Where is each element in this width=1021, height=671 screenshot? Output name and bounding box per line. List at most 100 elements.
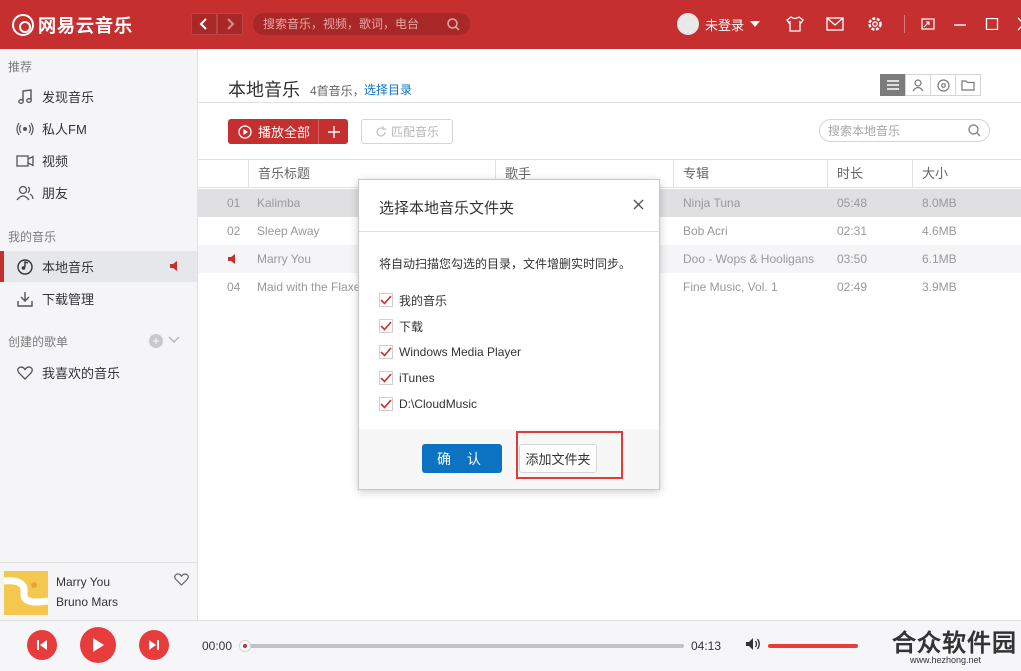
next-button[interactable] xyxy=(139,630,169,660)
settings-button[interactable] xyxy=(865,14,885,34)
app-logo[interactable]: 网易云音乐 xyxy=(12,12,133,38)
search-icon[interactable] xyxy=(968,124,981,137)
netease-logo-icon xyxy=(12,14,34,36)
maximize-button[interactable] xyxy=(982,14,1002,34)
checkbox[interactable] xyxy=(379,345,393,359)
forward-button[interactable] xyxy=(217,13,243,35)
folder-view-button[interactable] xyxy=(955,74,981,96)
dialog-title: 选择本地音乐文件夹 xyxy=(379,200,515,217)
local-search-input[interactable] xyxy=(828,123,958,138)
play-button[interactable] xyxy=(80,627,116,663)
column-header-size[interactable]: 大小 xyxy=(912,160,948,188)
collapse-playlists-button[interactable] xyxy=(168,333,180,347)
watermark-url: www.hezhong.net xyxy=(910,655,982,665)
sidebar: 推荐 发现音乐 私人FM 视频 朋友 我的音乐 本地音乐 下载管理 创建的歌单 … xyxy=(0,49,198,620)
page-title: 本地音乐 xyxy=(228,80,300,100)
current-time: 00:00 xyxy=(202,639,233,653)
select-directory-link[interactable]: 选择目录 xyxy=(364,81,412,98)
volume-slider[interactable] xyxy=(768,644,858,648)
row-album: Bob Acri xyxy=(683,224,728,238)
messages-button[interactable] xyxy=(825,14,845,34)
sidebar-item-discover[interactable]: 发现音乐 xyxy=(0,81,197,112)
row-index: 02 xyxy=(227,224,241,238)
login-status[interactable]: 未登录 xyxy=(705,15,744,34)
caret-down-icon[interactable] xyxy=(750,21,761,27)
maximize-icon xyxy=(985,18,999,30)
match-music-button[interactable]: 匹配音乐 xyxy=(361,119,453,144)
column-header-album[interactable]: 专辑 xyxy=(673,160,709,188)
sidebar-item-local-music[interactable]: 本地音乐 xyxy=(0,251,197,282)
avatar[interactable] xyxy=(677,13,699,35)
checkbox[interactable] xyxy=(379,397,393,411)
play-all-group: 播放全部 xyxy=(228,119,348,144)
album-view-button[interactable] xyxy=(930,74,956,96)
folder-option[interactable]: 我的音乐 xyxy=(379,291,447,309)
friends-icon xyxy=(16,184,34,202)
section-title-my-music: 我的音乐 xyxy=(8,230,57,244)
checkbox[interactable] xyxy=(379,371,393,385)
dialog-close-button[interactable] xyxy=(633,199,644,213)
checkbox[interactable] xyxy=(379,293,393,307)
check-icon xyxy=(380,399,392,409)
checkbox[interactable] xyxy=(379,319,393,333)
row-size: 4.6MB xyxy=(922,224,957,238)
mail-icon xyxy=(826,17,844,31)
sidebar-item-video[interactable]: 视频 xyxy=(0,145,197,176)
local-search[interactable] xyxy=(819,119,990,142)
back-button[interactable] xyxy=(191,13,217,35)
album-cover[interactable] xyxy=(4,571,48,615)
user-menu[interactable]: 未登录 xyxy=(677,13,761,35)
folder-option[interactable]: Windows Media Player xyxy=(379,343,521,361)
row-duration: 05:48 xyxy=(837,196,868,210)
minimize-icon xyxy=(954,24,966,26)
close-icon xyxy=(633,199,644,210)
play-all-label: 播放全部 xyxy=(258,125,311,140)
confirm-button[interactable]: 确 认 xyxy=(422,444,502,473)
like-button[interactable] xyxy=(174,573,189,589)
minimize-button[interactable] xyxy=(950,14,970,34)
music-note-icon xyxy=(16,88,34,106)
row-duration: 02:49 xyxy=(837,280,868,294)
sidebar-item-fm[interactable]: 私人FM xyxy=(0,113,197,144)
progress-slider[interactable] xyxy=(239,640,684,652)
sidebar-item-friends[interactable]: 朋友 xyxy=(0,177,197,208)
global-search[interactable] xyxy=(253,13,470,35)
folder-label: iTunes xyxy=(399,371,435,385)
add-all-to-queue-button[interactable] xyxy=(318,119,348,144)
folder-option[interactable]: 下载 xyxy=(379,317,423,335)
folder-label: Windows Media Player xyxy=(399,345,522,359)
sidebar-item-liked-music[interactable]: 我喜欢的音乐 xyxy=(0,357,197,388)
row-title: Sleep Away xyxy=(257,224,320,238)
volume-button[interactable] xyxy=(745,637,761,654)
global-search-input[interactable] xyxy=(263,17,443,31)
folder-option[interactable]: D:\CloudMusic xyxy=(379,395,477,413)
close-button[interactable] xyxy=(1014,14,1021,34)
play-icon xyxy=(93,638,104,652)
sidebar-item-label: 发现音乐 xyxy=(42,90,95,105)
search-icon[interactable] xyxy=(447,17,460,31)
row-title: Kalimba xyxy=(257,196,301,210)
artist-view-button[interactable] xyxy=(905,74,931,96)
now-playing-panel[interactable]: Marry You Bruno Mars xyxy=(0,562,197,620)
folder-icon xyxy=(961,80,975,91)
song-count: 4首音乐， xyxy=(310,84,365,98)
now-playing-artist: Bruno Mars xyxy=(56,595,119,609)
list-view-button[interactable] xyxy=(880,74,906,96)
chevron-down-icon xyxy=(168,336,180,343)
sidebar-item-label: 朋友 xyxy=(42,186,69,201)
play-all-button[interactable]: 播放全部 xyxy=(228,119,318,144)
sidebar-item-downloads[interactable]: 下载管理 xyxy=(0,283,197,314)
skin-button[interactable] xyxy=(785,14,805,34)
previous-button[interactable] xyxy=(27,630,57,660)
column-header-title[interactable]: 音乐标题 xyxy=(248,160,310,188)
previous-icon xyxy=(37,640,47,650)
folder-option[interactable]: iTunes xyxy=(379,369,435,387)
mini-mode-button[interactable] xyxy=(918,14,938,34)
create-playlist-button[interactable]: + xyxy=(149,334,163,348)
row-album: Ninja Tuna xyxy=(683,196,741,210)
view-toggle xyxy=(880,74,981,96)
progress-knob[interactable] xyxy=(239,640,251,652)
column-header-duration[interactable]: 时长 xyxy=(827,160,863,188)
playing-speaker-icon xyxy=(227,253,237,267)
history-nav xyxy=(191,13,243,35)
